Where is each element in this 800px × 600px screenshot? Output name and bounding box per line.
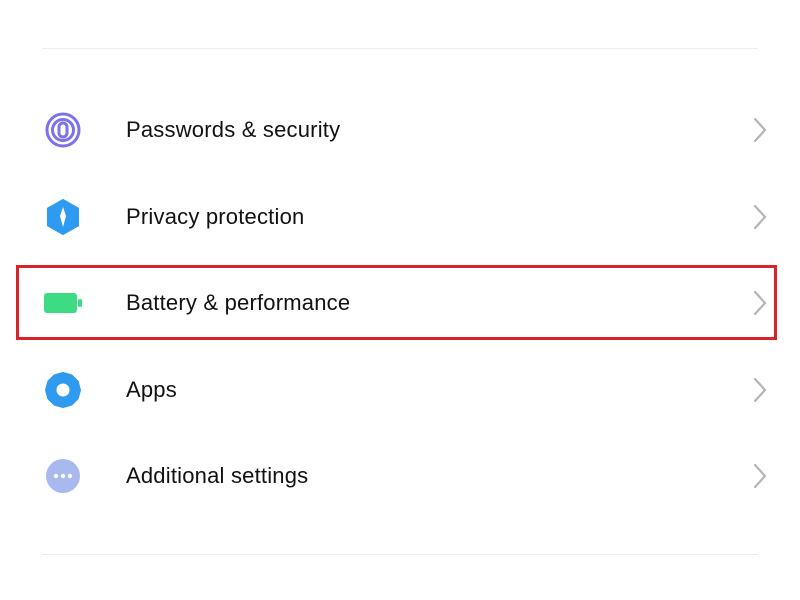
top-divider: [42, 48, 758, 49]
chevron-right-icon: [753, 291, 767, 316]
chevron-right-icon: [753, 204, 767, 229]
settings-item-label: Additional settings: [126, 463, 309, 489]
settings-item-label: Apps: [126, 376, 177, 402]
settings-item-apps[interactable]: Apps: [0, 347, 800, 434]
fingerprint-icon: [43, 110, 83, 150]
chevron-right-icon: [753, 377, 767, 402]
bottom-divider: [42, 554, 758, 555]
settings-screen: Passwords & security Privacy protection: [0, 0, 800, 600]
settings-item-battery-performance[interactable]: Battery & performance: [0, 260, 800, 347]
battery-icon: [43, 283, 83, 323]
chevron-right-icon: [753, 118, 767, 143]
settings-item-label: Battery & performance: [126, 290, 351, 316]
settings-item-additional-settings[interactable]: Additional settings: [0, 433, 800, 520]
settings-item-label: Privacy protection: [126, 203, 305, 229]
chevron-right-icon: [753, 464, 767, 489]
more-dots-icon: [43, 456, 83, 496]
settings-item-passwords-security[interactable]: Passwords & security: [0, 87, 800, 174]
settings-list: Passwords & security Privacy protection: [0, 87, 800, 520]
settings-item-privacy-protection[interactable]: Privacy protection: [0, 174, 800, 261]
settings-item-label: Passwords & security: [126, 117, 341, 143]
privacy-shield-icon: [43, 197, 83, 237]
gear-icon: [43, 370, 83, 410]
